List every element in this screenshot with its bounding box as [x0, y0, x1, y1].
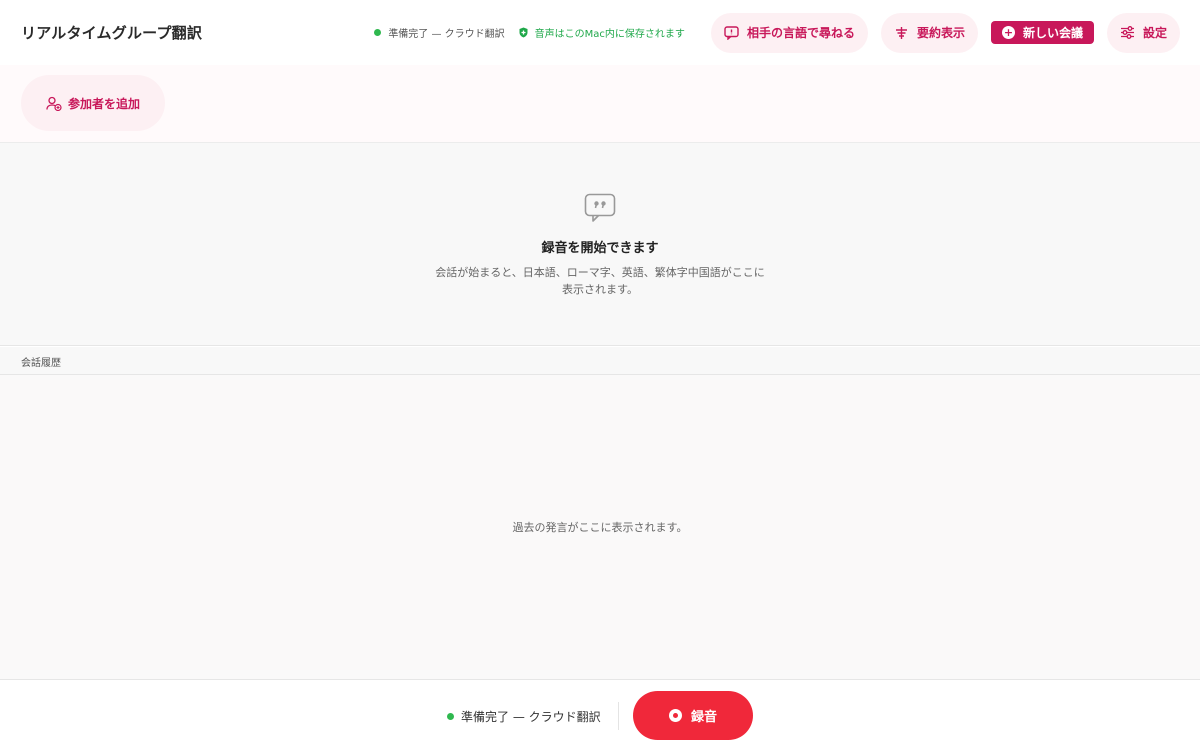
empty-state-title: 録音を開始できます [541, 241, 659, 256]
privacy-notice: 音声はこのMac内に保存されます [519, 25, 685, 40]
footer-divider [618, 702, 619, 730]
header-status: 準備完了 — クラウド翻訳 [374, 25, 505, 40]
settings-button[interactable]: 設定 [1106, 12, 1180, 53]
live-empty-state: 録音を開始できます 会話が始まると、日本語、ローマ字、英語、繁体字中国語がここに… [0, 143, 1200, 346]
summary-label: 要約表示 [916, 26, 965, 40]
footer-bar: 準備完了 — クラウド翻訳 録音 [0, 679, 1200, 750]
record-label: 録音 [690, 710, 717, 725]
record-icon [668, 709, 682, 722]
add-participant-label: 参加者を追加 [67, 96, 140, 111]
status-dot-icon [447, 713, 454, 720]
empty-state-description-line2: 表示されます。 [562, 283, 638, 296]
history-heading: 会話履歴 [0, 347, 1200, 375]
footer-status-text: 準備完了 — クラウド翻訳 [461, 710, 601, 724]
history-list[interactable]: 過去の発言がここに表示されます。 [0, 375, 1200, 679]
sliders-icon [1120, 26, 1134, 39]
footer-status: 準備完了 — クラウド翻訳 [447, 708, 601, 725]
app-header: リアルタイムグループ翻訳 準備完了 — クラウド翻訳 音声はこのMac内に保存さ… [0, 0, 1200, 65]
header-actions: 準備完了 — クラウド翻訳 音声はこのMac内に保存されます 相手の言語で尋ねる… [374, 12, 1180, 53]
header-status-text: 準備完了 — クラウド翻訳 [388, 29, 505, 40]
new-meeting-label: 新しい会議 [1022, 26, 1083, 40]
ask-in-their-language-label: 相手の言語で尋ねる [746, 26, 855, 40]
empty-state-description: 会話が始まると、日本語、ローマ字、英語、繁体字中国語がここに 表示されます。 [400, 264, 800, 298]
status-dot-icon [374, 29, 382, 36]
ask-in-their-language-button[interactable]: 相手の言語で尋ねる [710, 12, 868, 53]
summary-icon [895, 26, 907, 39]
plus-circle-icon: + [1001, 26, 1015, 39]
privacy-text: 音声はこのMac内に保存されます [534, 29, 685, 40]
summary-button[interactable]: 要約表示 [880, 12, 978, 53]
shield-icon [519, 27, 528, 38]
empty-state-description-line1: 会話が始まると、日本語、ローマ字、英語、繁体字中国語がここに [435, 266, 765, 279]
app-title: リアルタイムグループ翻訳 [21, 24, 203, 42]
add-person-icon [46, 96, 62, 111]
new-meeting-button[interactable]: + 新しい会議 [990, 21, 1094, 44]
participants-bar: 参加者を追加 [0, 65, 1200, 143]
record-button[interactable]: 録音 [633, 691, 753, 740]
history-empty-text: 過去の発言がここに表示されます。 [512, 521, 688, 534]
quote-bubble-icon [584, 193, 616, 222]
chat-question-icon [724, 25, 739, 40]
settings-label: 設定 [1142, 26, 1167, 40]
add-participant-button[interactable]: 参加者を追加 [21, 75, 165, 131]
